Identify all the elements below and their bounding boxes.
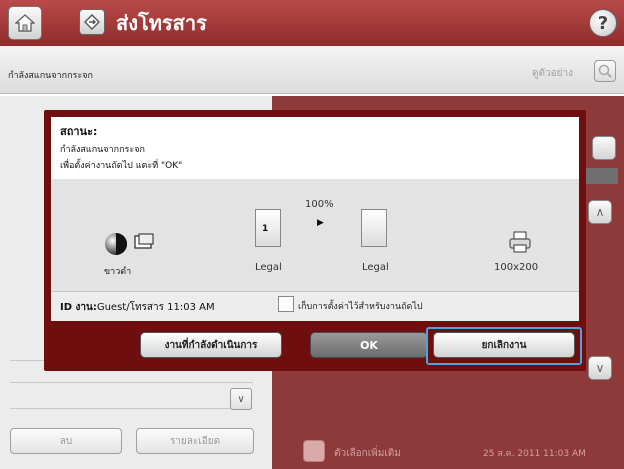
zoom-label: 100% — [305, 199, 334, 210]
scroll-down-button-right[interactable]: ∨ — [588, 356, 612, 380]
help-icon: ? — [597, 12, 609, 34]
delete-button[interactable]: ลบ — [10, 428, 122, 454]
current-jobs-button[interactable]: งานที่กำลังดำเนินการ — [140, 332, 282, 358]
status-bar — [0, 46, 624, 94]
list-divider — [10, 382, 253, 383]
magnifier-icon — [598, 64, 612, 78]
output-page-icon — [361, 209, 387, 247]
chevron-down-icon: ∨ — [237, 393, 245, 405]
home-button[interactable] — [8, 6, 42, 40]
fax-send-icon — [79, 9, 105, 35]
printer-icon — [509, 231, 531, 253]
datetime-label: 25 ส.ค. 2011 11:03 AM — [483, 449, 586, 459]
chevron-up-icon: ∧ — [595, 205, 605, 219]
scroll-down-button[interactable]: ∨ — [230, 388, 252, 410]
job-id-value: Guest/โทรสาร 11:03 AM — [96, 302, 215, 313]
job-id: ID งาน:Guest/โทรสาร 11:03 AM — [60, 300, 215, 315]
arrow-right-icon: ▶ — [317, 218, 324, 228]
more-options-label[interactable]: ตัวเลือกเพิ่มเติม — [334, 446, 401, 461]
keep-settings-label[interactable]: เก็บการตั้งค่าไว้สำหรับงานถัดไป — [298, 299, 423, 313]
paper-size-label: 100x200 — [494, 262, 539, 273]
help-button[interactable]: ? — [589, 9, 617, 37]
search-button[interactable] — [592, 136, 616, 160]
status-line: กำลังสแกนจากกระจก — [60, 145, 145, 155]
color-mode-label: ขาวดำ — [104, 267, 132, 277]
page-number: 1 — [262, 224, 269, 234]
scroll-up-button[interactable]: ∧ — [588, 200, 612, 224]
ok-button[interactable]: OK — [310, 332, 428, 358]
black-white-color-icon — [105, 233, 127, 255]
more-options-icon[interactable] — [303, 440, 325, 462]
chevron-down-icon: ∨ — [595, 361, 605, 375]
details-button[interactable]: รายละเอียด — [136, 428, 254, 454]
home-icon — [15, 14, 35, 32]
preview-button[interactable] — [594, 60, 616, 82]
original-document-icon — [134, 233, 154, 249]
page-title: ส่งโทรสาร — [116, 11, 207, 35]
status-heading: สถานะ: — [60, 125, 98, 138]
cancel-job-button[interactable]: ยกเลิกงาน — [433, 332, 575, 358]
original-size-label: Legal — [255, 262, 282, 273]
status-instruction: เพื่อตั้งค่างานถัดไป แตะที่ "OK" — [60, 161, 183, 171]
scan-status-text: กำลังสแกนจากกระจก — [8, 71, 93, 81]
job-id-label: ID งาน: — [60, 302, 97, 313]
preview-label: ดูตัวอย่าง — [532, 68, 573, 79]
output-size-label: Legal — [362, 262, 389, 273]
list-divider — [10, 408, 253, 409]
keep-settings-checkbox[interactable] — [278, 296, 294, 312]
